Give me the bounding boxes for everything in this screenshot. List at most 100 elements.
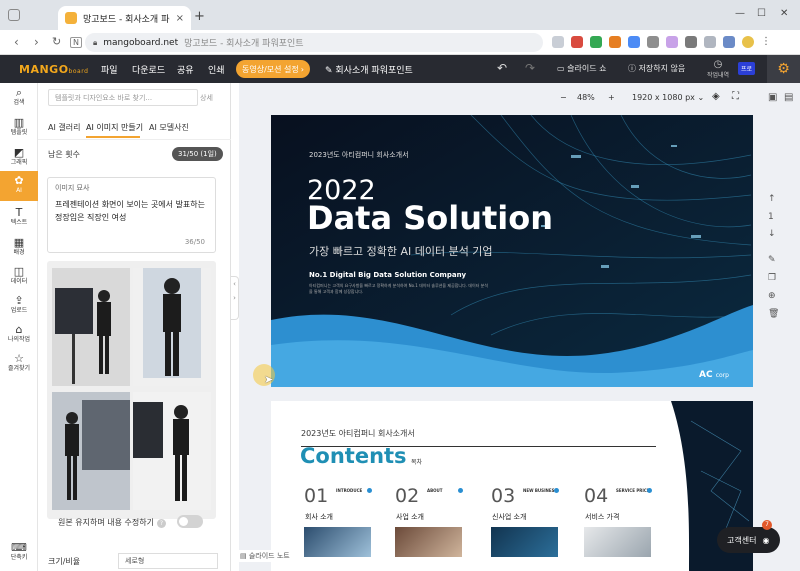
extension-icon[interactable] — [647, 36, 659, 48]
extension-icon[interactable] — [609, 36, 621, 48]
section-number: 03 — [491, 485, 516, 507]
size-ratio-select[interactable]: 세로형 — [118, 553, 218, 569]
rail-search[interactable]: ⌕ 검색 — [0, 83, 38, 113]
document-title[interactable]: ✎ 회사소개 파워포인트 — [325, 63, 413, 76]
rail-upload[interactable]: ⇪ 업로드 — [0, 291, 38, 321]
sidepanel-icon[interactable] — [723, 36, 735, 48]
info-icon: ⓘ — [628, 64, 639, 73]
rail-label: 텍스트 — [10, 219, 28, 226]
rail-shortcuts[interactable]: ⌨ 단축키 — [0, 538, 38, 568]
rail-my-work[interactable]: ⌂ 나의작업 — [0, 320, 38, 350]
extension-icon[interactable] — [628, 36, 640, 48]
url-field[interactable]: 🔒︎ mangoboard.net 망고보드 - 회사소개 파워포인트 — [85, 33, 543, 52]
extension-icon[interactable] — [571, 36, 583, 48]
star-icon[interactable] — [552, 36, 564, 48]
trash-icon[interactable]: 🗑︎ — [768, 309, 779, 319]
keep-original-toggle[interactable] — [177, 515, 203, 528]
history-button[interactable]: ◷ 작업내역 — [707, 59, 729, 79]
redo-icon[interactable]: ↷ — [525, 61, 535, 75]
menu-share[interactable]: 공유 — [177, 63, 194, 76]
slide-notes-button[interactable]: ▤ 슬라이드 노트 — [236, 550, 294, 562]
chat-icon: ◉ — [762, 535, 770, 545]
close-window-button[interactable]: ✕ — [780, 8, 788, 19]
forward-icon[interactable]: › — [34, 35, 39, 49]
tab-search-icon[interactable] — [8, 9, 20, 21]
zoom-value[interactable]: 48% — [577, 93, 595, 102]
menu-print[interactable]: 인쇄 — [208, 63, 225, 76]
menu-file[interactable]: 파일 — [101, 63, 118, 76]
generated-image[interactable] — [133, 392, 211, 510]
save-status[interactable]: ⓘ 저장하지 않음 — [628, 63, 685, 74]
generated-image[interactable] — [52, 392, 130, 510]
section-dot-icon — [458, 488, 463, 493]
tab-ai-model-photo[interactable]: AI 모델사진 — [149, 122, 189, 133]
rail-label: 업로드 — [10, 307, 28, 314]
tab-ai-image-create[interactable]: AI 이미지 만들기 — [86, 122, 143, 133]
tab-ai-gallery[interactable]: AI 갤러리 — [48, 122, 80, 133]
panel-view-icon[interactable]: ▤ — [784, 92, 793, 103]
maximize-button[interactable]: ☐ — [757, 8, 766, 19]
extension-icon[interactable] — [666, 36, 678, 48]
mango-favicon-icon — [65, 12, 77, 24]
video-motion-button[interactable]: 동영상/모션 설정 › — [236, 60, 310, 78]
prompt-textarea[interactable]: 이미지 묘사 프레젠테이션 화면이 보이는 곳에서 발표하는 정장입은 직장인 … — [47, 177, 216, 253]
new-tab-button[interactable]: + — [194, 9, 205, 24]
panel-collapse-handle[interactable]: ‹ › — [231, 276, 239, 320]
template-search-input[interactable]: 템플릿과 디자인요소 바로 찾기... — [48, 89, 198, 106]
copy-style-icon[interactable]: ✎ — [768, 255, 776, 265]
tab-close-icon[interactable]: × — [176, 13, 184, 24]
rail-favorites[interactable]: ☆ 즐겨찾기 — [0, 349, 38, 379]
page-info-icon[interactable]: N — [70, 37, 82, 48]
slide-1[interactable]: 2023년도 아티컴퍼니 회사소개서 2022 Data Solution 가장… — [271, 115, 753, 387]
minimize-button[interactable]: — — [735, 8, 745, 19]
generated-image[interactable] — [133, 268, 211, 386]
generated-image[interactable] — [52, 268, 130, 386]
zoom-out-button[interactable]: − — [560, 93, 567, 102]
remaining-count-badge: 31/50 (1일) — [172, 147, 223, 161]
zoom-in-button[interactable]: + — [608, 93, 615, 102]
rail-template[interactable]: ▥ 템플릿 — [0, 113, 38, 143]
slide-2[interactable]: 2023년도 아티컴퍼니 회사소개서 Contents 목차 01 INTROD… — [271, 401, 753, 571]
rail-data[interactable]: ◫ 데이터 — [0, 262, 38, 292]
browser-menu-icon[interactable]: ⋮ — [761, 36, 773, 48]
reload-icon[interactable]: ↻ — [52, 35, 61, 48]
section-image — [584, 527, 651, 557]
undo-icon[interactable]: ↶ — [497, 61, 507, 75]
text-icon: T — [15, 206, 23, 219]
remaining-label: 남은 횟수 — [48, 150, 80, 159]
grid-view-icon[interactable]: ▣ — [768, 92, 777, 103]
rail-label: 그래픽 — [10, 159, 28, 166]
slide1-year-line: 2023년도 아티컴퍼니 회사소개서 — [309, 151, 409, 159]
help-icon[interactable]: ? — [156, 519, 166, 528]
extension-icon[interactable] — [590, 36, 602, 48]
pro-badge[interactable]: 프로 — [738, 62, 756, 75]
rail-background[interactable]: ▦ 배경 — [0, 233, 38, 263]
rail-graphic[interactable]: ◩ 그래픽 — [0, 143, 38, 173]
size-ratio-label: 크기/비율 — [48, 557, 81, 566]
image-woman-standing — [143, 268, 201, 378]
add-page-icon[interactable]: ⊕ — [768, 291, 776, 301]
back-icon[interactable]: ‹ — [14, 35, 19, 49]
extension-icon[interactable] — [685, 36, 697, 48]
page-size-select[interactable]: 1920 x 1080 px ⌄ — [632, 93, 704, 102]
menu-download[interactable]: 다운로드 — [132, 63, 165, 76]
rail-text[interactable]: T 텍스트 — [0, 203, 38, 233]
section-tag: INTRODUCE — [336, 488, 363, 493]
rail-ai[interactable]: ✿ AI — [0, 171, 38, 201]
page-size-text: 1920 x 1080 px — [632, 93, 695, 102]
customer-center-button[interactable]: 고객센터 ◉ — [717, 527, 780, 553]
page-up-icon[interactable]: ↑ — [768, 194, 776, 204]
profile-avatar[interactable] — [742, 36, 754, 48]
page-down-icon[interactable]: ↓ — [768, 229, 776, 239]
settings-gear-icon[interactable]: ⚙ — [767, 55, 800, 83]
slideshow-button[interactable]: ▭ 슬라이드 쇼 — [557, 63, 606, 74]
slide2-title: Contents — [300, 444, 407, 468]
duplicate-icon[interactable]: ❐ — [768, 273, 776, 283]
mangoboard-logo[interactable]: MANGOboard — [19, 63, 88, 76]
section-dot-icon — [647, 488, 652, 493]
layers-icon[interactable]: ◈ — [712, 91, 720, 102]
fit-screen-icon[interactable]: ⛶ — [732, 91, 739, 102]
extensions-puzzle-icon[interactable] — [704, 36, 716, 48]
browser-tab[interactable]: 망고보드 - 회사소개 파워포인트 × — [58, 6, 191, 30]
search-detail-button[interactable]: 상세 — [200, 93, 213, 103]
